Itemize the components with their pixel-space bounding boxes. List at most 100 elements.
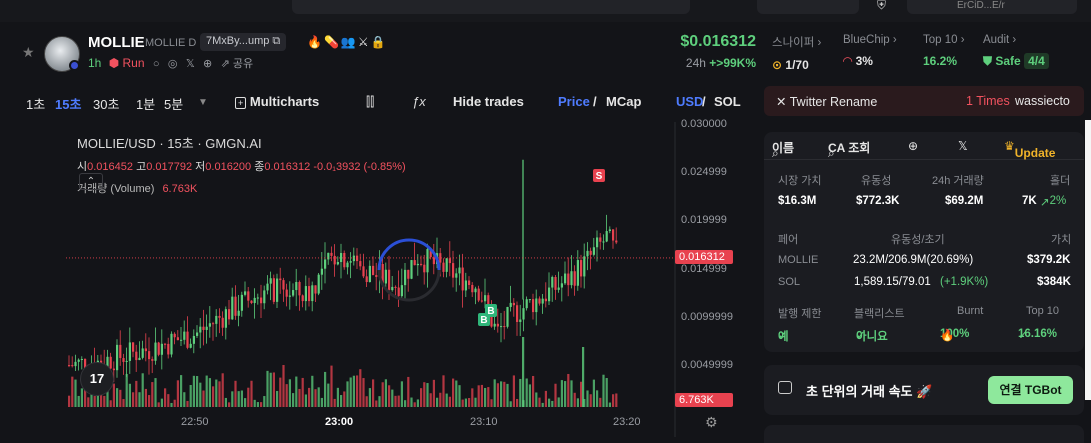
interval-5m[interactable]: 5분 [164, 94, 183, 113]
volume-bar [605, 378, 608, 407]
y-tick-label: 0.024999 [681, 166, 727, 178]
hide-trades-button[interactable]: Hide trades [453, 94, 524, 109]
candle-body [432, 257, 435, 265]
candle-body [423, 264, 426, 273]
candle-body [244, 291, 247, 295]
stat-sniper[interactable]: 스나이퍼 › ⊙ 1/70 [772, 34, 821, 72]
volume-bar [599, 397, 602, 407]
top-nav-button[interactable] [757, 0, 859, 14]
run-badge[interactable]: ⬢ Run [109, 56, 145, 70]
update-button[interactable]: ♛ Update [1004, 139, 1055, 160]
stat-bluechip[interactable]: BlueChip › ◠ 3% [843, 34, 897, 68]
multicharts-button[interactable]: + Multicharts [235, 94, 319, 109]
token-address: 7MxBy...ump [206, 35, 270, 47]
search-name-tab[interactable]: ⌕ 이름 [772, 139, 794, 160]
interval-1s[interactable]: 1초 [26, 94, 45, 113]
x-tick-label: 23:20 [613, 416, 641, 428]
volume-bar [109, 400, 112, 407]
candle-body [282, 280, 285, 290]
tradingview-logo-icon[interactable]: 17 [80, 362, 114, 396]
y-tick-label: 0.030000 [681, 118, 727, 130]
candle-body [320, 268, 323, 275]
candle-body [445, 258, 448, 272]
y-tick-label: 0.019999 [681, 214, 727, 226]
mcap-toggle[interactable]: MCap [606, 94, 641, 109]
interval-30s[interactable]: 30초 [93, 94, 119, 113]
volume-bar [138, 392, 141, 407]
volume-bar [525, 378, 528, 407]
volume-bar [311, 375, 314, 407]
volume-bar [554, 383, 557, 407]
globe-icon[interactable]: ⊕ [203, 58, 212, 70]
candle-body [599, 237, 602, 242]
candle-body [196, 332, 199, 336]
search-icon[interactable]: ○ [153, 58, 160, 70]
stat-top10[interactable]: Top 10 › 16.2% [923, 34, 965, 68]
pair-liq: 1,589.15/79.01 [854, 276, 931, 288]
candle-type-icon[interactable]: ⫿⫿ [366, 94, 374, 110]
gear-icon[interactable]: ⚙ [705, 414, 718, 431]
volume-bar [103, 395, 106, 407]
website-icon[interactable]: ◎ [168, 58, 178, 70]
volume-bar [388, 385, 391, 407]
candle-body [314, 285, 317, 294]
token-address-copy[interactable]: 7MxBy...ump ⧉ [200, 33, 287, 51]
candle-body [183, 331, 186, 340]
interval-1m[interactable]: 1분 [136, 94, 155, 113]
volume-bar [407, 376, 410, 407]
volume-bar [612, 394, 615, 407]
candle-body [589, 250, 592, 255]
star-icon[interactable]: ★ [22, 44, 35, 61]
x-icon[interactable]: 𝕏 [186, 58, 195, 70]
token-fullname: MOLLIE D [145, 37, 197, 49]
candle-body [564, 273, 567, 284]
global-search-input[interactable] [292, 0, 690, 14]
usd-toggle[interactable]: USD [676, 94, 703, 109]
pair-name: MOLLIE [778, 254, 819, 266]
candle-body [400, 285, 403, 297]
globe-icon[interactable]: ⊕ [908, 139, 918, 153]
share-button[interactable]: ⇗ 공유 [221, 58, 254, 70]
twitter-rename-banner[interactable]: ✕ Twitter Rename 1 Times wassiecto [764, 86, 1084, 116]
legend-volume: 거래량 (Volume) 6.763K [77, 180, 406, 196]
shield-icon[interactable]: ⛨ [877, 0, 886, 13]
candle-body [477, 288, 480, 301]
sol-toggle[interactable]: SOL [714, 94, 741, 109]
top10-text: 16.16% [1018, 328, 1058, 340]
candle-body [413, 260, 416, 266]
volume-bar [596, 390, 599, 407]
x-icon[interactable]: 𝕏 [958, 139, 968, 153]
candle-body [221, 317, 224, 328]
volume-value: $69.2M [945, 195, 984, 207]
volume-bar [340, 395, 343, 407]
volume-bar [480, 384, 483, 407]
connect-tgbot-button[interactable]: 연결 TGBot [988, 376, 1073, 404]
price-toggle[interactable]: Price [558, 94, 590, 109]
candle-body [522, 308, 525, 320]
volume-bar [240, 390, 243, 407]
volume-bar [582, 347, 585, 407]
interval-15s[interactable]: 15초 [55, 94, 81, 113]
candle-body [279, 278, 282, 281]
volume-bar [180, 375, 183, 407]
search-ca-tab[interactable]: ⌕ CA 조회 [828, 139, 870, 160]
candle-body [311, 285, 314, 302]
toggle-divider: / [593, 94, 597, 109]
account-button[interactable]: ErCiD...E/r [907, 0, 1077, 14]
indicators-icon[interactable]: ƒx [412, 94, 426, 109]
burnt-header: Burnt [957, 305, 984, 317]
trade-marker-label: B [487, 306, 494, 317]
window-edge [1085, 120, 1091, 400]
candle-body [148, 351, 151, 360]
volume-bar [544, 390, 547, 407]
candle-body [573, 271, 576, 286]
volume-bar [151, 382, 154, 407]
candle-body [586, 250, 589, 257]
high-label: 고 [136, 161, 147, 173]
stat-audit[interactable]: Audit › ⛊ Safe 4/4 [983, 34, 1049, 69]
candle-body [535, 298, 538, 313]
chevron-down-icon[interactable]: ▼ [198, 97, 208, 108]
volume-bar [420, 388, 423, 407]
holder-change-value: 2% [1049, 195, 1067, 207]
collapse-legend-button[interactable]: ⌃ [79, 173, 103, 190]
